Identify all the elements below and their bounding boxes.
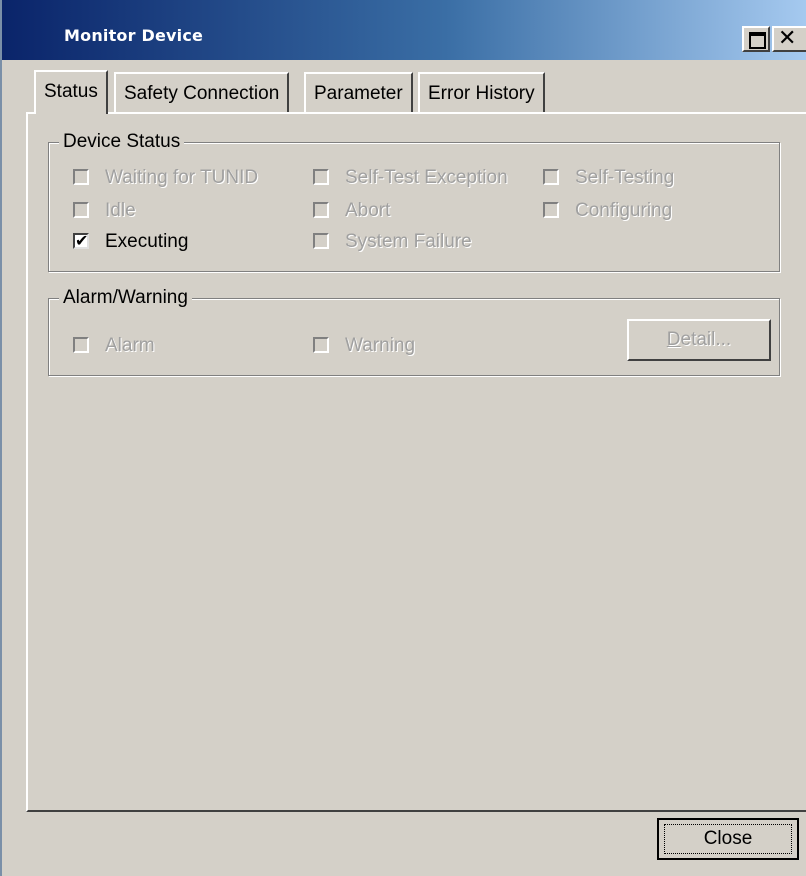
alarm-warning-legend: Alarm/Warning: [59, 286, 192, 310]
monitor-device-window: Monitor Device ✕ Status Safety Connectio…: [0, 0, 806, 876]
close-icon: ✕: [778, 26, 797, 51]
close-button[interactable]: Close: [657, 818, 799, 860]
checkbox-label: Self-Testing: [575, 167, 675, 188]
checkbox-label: System Failure: [345, 231, 472, 252]
checkbox-box: [313, 202, 329, 218]
checkbox-box: [313, 337, 329, 353]
close-window-button[interactable]: ✕: [772, 26, 806, 52]
checkbox-box: [73, 337, 89, 353]
checkbox-box: ✔: [73, 231, 89, 250]
detail-button-label: etail...: [680, 329, 732, 350]
device-status-group: Device Status Waiting for TUNID Self-Tes…: [48, 130, 780, 272]
checkbox-box: [543, 169, 559, 185]
checkmark-icon: ✔: [75, 231, 89, 250]
checkbox-box: [73, 202, 89, 218]
detail-button-mnemonic: D: [666, 329, 681, 350]
checkbox-label: Abort: [345, 200, 391, 221]
title-bar[interactable]: Monitor Device ✕: [2, 0, 806, 60]
checkbox-box: [73, 169, 89, 185]
maximize-icon: [749, 32, 766, 49]
tab-error-history[interactable]: Error History: [418, 72, 545, 114]
checkbox-label: Alarm: [105, 335, 155, 356]
status-tab-panel: Device Status Waiting for TUNID Self-Tes…: [26, 112, 806, 812]
checkbox-label: Waiting for TUNID: [105, 167, 259, 188]
detail-button[interactable]: Detail...: [627, 319, 771, 361]
checkbox-label: Executing: [105, 231, 189, 252]
checkbox-box: [313, 233, 329, 249]
focus-rect: [664, 824, 792, 854]
device-status-legend: Device Status: [59, 130, 185, 154]
checkbox-label: Self-Test Exception: [345, 167, 508, 188]
tab-status[interactable]: Status: [34, 70, 108, 114]
checkbox-box: [543, 202, 559, 218]
checkbox-label: Idle: [105, 200, 136, 221]
tab-safety-connection[interactable]: Safety Connection: [114, 72, 290, 114]
window-title: Monitor Device: [64, 26, 204, 45]
checkbox-box: [313, 169, 329, 185]
checkbox-label: Configuring: [575, 200, 673, 221]
alarm-warning-group: Alarm/Warning Alarm Warning Detail...: [48, 286, 780, 376]
tab-parameter[interactable]: Parameter: [304, 72, 413, 114]
maximize-button[interactable]: [742, 26, 770, 52]
checkbox-label: Warning: [345, 335, 416, 356]
